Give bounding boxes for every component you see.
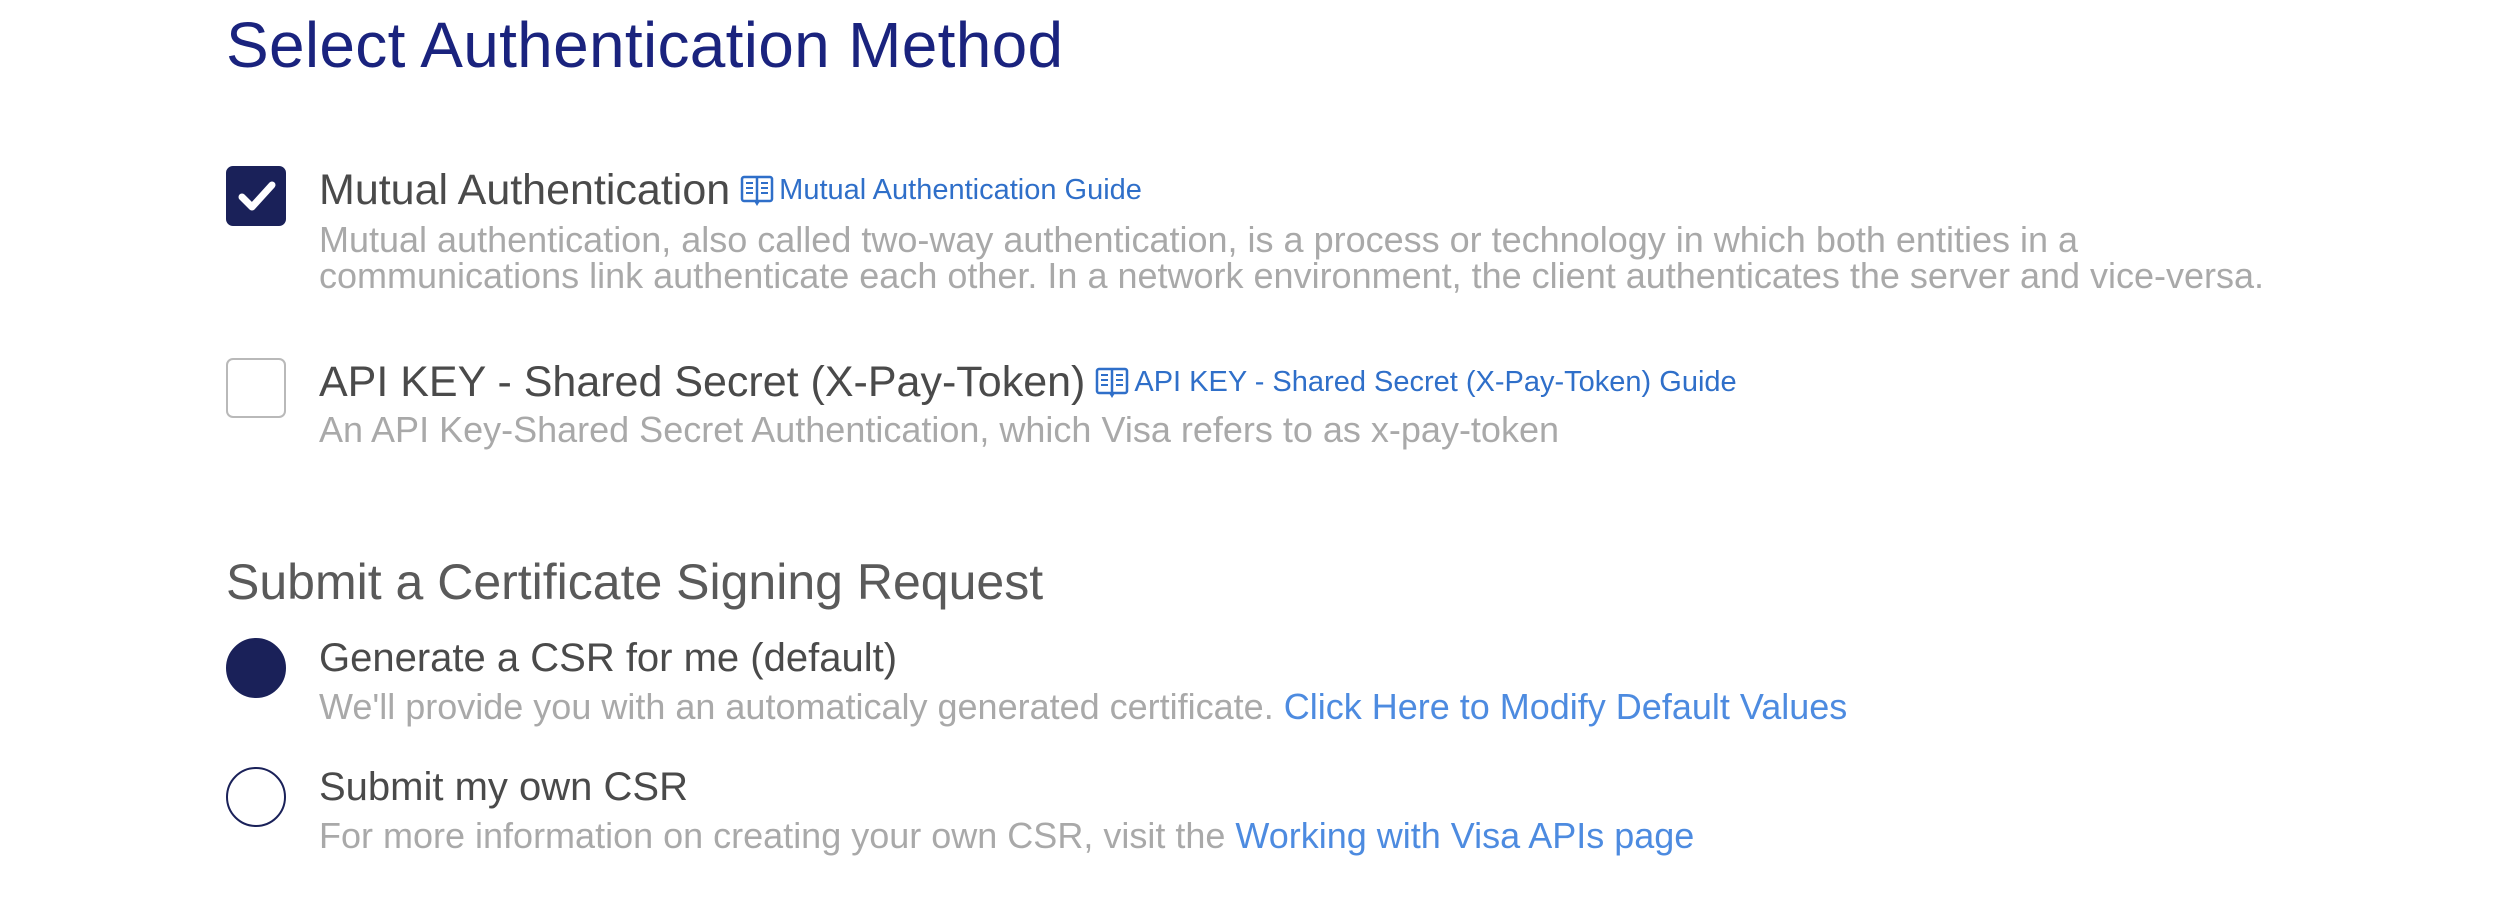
book-icon: [1096, 367, 1129, 398]
book-icon: [740, 175, 774, 206]
mutual-auth-guide-label: Mutual Authentication Guide: [779, 173, 1142, 206]
working-with-visa-apis-link[interactable]: Working with Visa APIs page: [1235, 815, 1694, 856]
submit-own-csr-description-text: For more information on creating your ow…: [319, 815, 1226, 856]
generate-csr-description-text: We'll provide you with an automaticaly g…: [319, 686, 1274, 727]
page-title: Select Authentication Method: [226, 9, 1064, 81]
mutual-auth-description-line1: Mutual authentication, also called two-w…: [319, 219, 2079, 260]
csr-section-title: Submit a Certificate Signing Request: [226, 554, 1044, 610]
mutual-auth-title: Mutual Authentication: [319, 165, 731, 214]
mutual-auth-description: Mutual authentication, also called two-w…: [319, 222, 2264, 294]
api-key-description: An API Key-Shared Secret Authentication,…: [319, 409, 1559, 450]
submit-own-csr-title: Submit my own CSR: [319, 765, 688, 809]
generate-csr-radio[interactable]: [226, 638, 286, 698]
api-key-checkbox[interactable]: [226, 358, 286, 418]
mutual-auth-guide-link[interactable]: Mutual Authentication Guide: [740, 173, 1142, 207]
mutual-auth-checkbox[interactable]: [226, 166, 286, 226]
generate-csr-title: Generate a CSR for me (default): [319, 636, 898, 680]
submit-own-csr-description: For more information on creating your ow…: [319, 815, 1694, 857]
submit-own-csr-radio[interactable]: [226, 767, 286, 827]
checkmark-icon: [238, 181, 276, 211]
api-key-title: API KEY - Shared Secret (X-Pay-Token): [319, 357, 1086, 406]
mutual-auth-description-line2: communications link authenticate each ot…: [319, 255, 2265, 296]
generate-csr-description: We'll provide you with an automaticaly g…: [319, 686, 1847, 728]
api-key-guide-label: API KEY - Shared Secret (X-Pay-Token) Gu…: [1134, 365, 1737, 398]
api-key-guide-link[interactable]: API KEY - Shared Secret (X-Pay-Token) Gu…: [1095, 365, 1737, 399]
modify-default-values-link[interactable]: Click Here to Modify Default Values: [1284, 686, 1848, 727]
